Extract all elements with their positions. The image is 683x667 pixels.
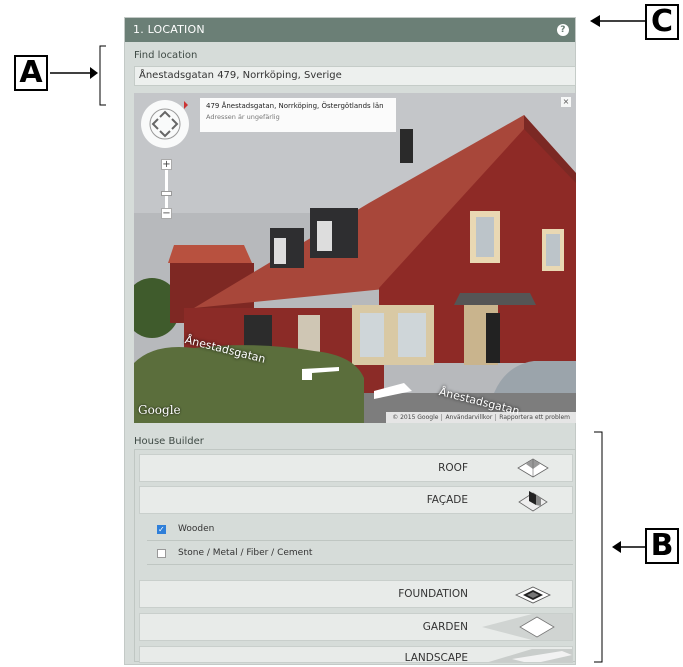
street-view-footer: © 2015 Google Användarvillkor Rapportera e… xyxy=(386,412,576,423)
copyright-text: © 2015 Google xyxy=(392,414,439,421)
location-panel: 1. LOCATION ? Find location Ånestadsgata… xyxy=(124,17,576,665)
close-icon[interactable]: × xyxy=(561,97,571,107)
callout-c-arrow xyxy=(590,15,646,27)
callout-b-arrow xyxy=(594,431,645,663)
checkbox-icon[interactable] xyxy=(157,549,166,558)
find-location-label: Find location xyxy=(134,50,198,61)
google-logo: Google xyxy=(138,403,181,417)
checkbox-icon[interactable] xyxy=(157,519,166,541)
house-builder-label: House Builder xyxy=(134,436,204,447)
callout-b: B xyxy=(645,528,679,564)
facade-option-wooden[interactable]: Wooden xyxy=(147,518,573,541)
address-card: 479 Ånestadsgatan, Norrköping, Östergötl… xyxy=(200,98,396,132)
facade-option-stone[interactable]: Stone / Metal / Fiber / Cement xyxy=(147,542,573,565)
panel-header: 1. LOCATION ? xyxy=(125,18,575,42)
landscape-row[interactable]: LANDSCAPE xyxy=(139,646,573,663)
facade-row[interactable]: FAÇADE xyxy=(139,486,573,514)
foundation-icon xyxy=(515,586,551,604)
callout-a: A xyxy=(14,55,48,91)
garden-label: GARDEN xyxy=(422,621,468,633)
option-label: Wooden xyxy=(178,524,215,534)
landscape-icon xyxy=(488,649,572,662)
garden-icon xyxy=(482,614,572,640)
foundation-label: FOUNDATION xyxy=(398,588,468,600)
address-main: 479 Ånestadsgatan, Norrköping, Östergötl… xyxy=(206,102,384,110)
roof-label: ROOF xyxy=(438,462,468,474)
terms-link[interactable]: Användarvillkor xyxy=(441,414,496,421)
roof-icon xyxy=(517,458,549,478)
callout-a-arrow xyxy=(50,45,106,106)
zoom-slider-thumb[interactable] xyxy=(161,191,172,196)
location-search-input[interactable]: Ånestadsgatan 479, Norrköping, Sverige xyxy=(134,66,576,86)
zoom-in-button[interactable]: + xyxy=(161,159,172,170)
zoom-out-button[interactable]: − xyxy=(161,208,172,219)
house-builder: ROOF FAÇADE Wooden Stone / Metal / Fiber… xyxy=(134,449,576,663)
facade-icon xyxy=(518,491,548,512)
panel-title: 1. LOCATION xyxy=(133,23,205,36)
landscape-label: LANDSCAPE xyxy=(404,652,468,663)
compass-icon[interactable] xyxy=(140,99,190,149)
roof-row[interactable]: ROOF xyxy=(139,454,573,482)
street-view[interactable]: + − 479 Ånestadsgatan, Norrköping, Öster… xyxy=(134,93,576,423)
option-label: Stone / Metal / Fiber / Cement xyxy=(178,548,313,558)
street-view-image xyxy=(134,93,576,423)
report-problem-link[interactable]: Rapportera ett problem xyxy=(495,414,573,421)
zoom-slider-track[interactable] xyxy=(165,170,168,208)
foundation-row[interactable]: FOUNDATION xyxy=(139,580,573,608)
facade-label: FAÇADE xyxy=(426,494,468,506)
address-approx-note: Adressen är ungefärlig xyxy=(206,113,280,121)
callout-c: C xyxy=(645,4,679,40)
garden-row[interactable]: GARDEN xyxy=(139,613,573,641)
help-icon[interactable]: ? xyxy=(557,24,569,36)
